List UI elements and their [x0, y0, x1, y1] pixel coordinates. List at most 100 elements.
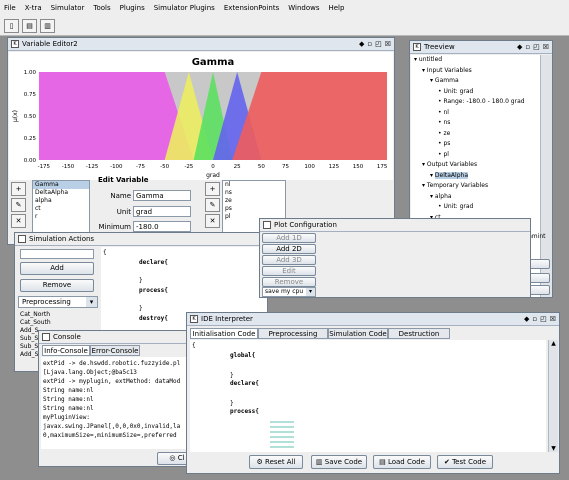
tree-node[interactable]: ▾ Output Variables: [411, 160, 541, 171]
add-button[interactable]: Add: [20, 262, 94, 275]
reset-all-button[interactable]: ⚙ Reset All: [249, 455, 303, 469]
variable-list-item[interactable]: DeltaAlpha: [33, 189, 89, 197]
minimize-icon[interactable]: ▫: [532, 315, 537, 323]
menu-item[interactable]: Tools: [93, 4, 110, 12]
tab-info-console[interactable]: Info-Console: [42, 345, 90, 356]
tab-initialisation-code[interactable]: Initialisation Code: [190, 328, 258, 339]
menu-item[interactable]: File: [4, 4, 16, 12]
code-highlight: [270, 418, 294, 448]
tree-node[interactable]: • ns: [411, 118, 541, 129]
load-code-button[interactable]: ▤ Load Code: [373, 455, 431, 469]
name-label: Name: [110, 192, 131, 200]
remove-button[interactable]: Remove: [20, 279, 94, 292]
close-icon[interactable]: ☒: [385, 40, 391, 48]
menu-item[interactable]: Simulator: [51, 4, 85, 12]
add-3d-button[interactable]: Add 3D: [262, 255, 316, 265]
add-1d-button[interactable]: Add 1D: [262, 233, 316, 243]
maximize-icon[interactable]: ◰: [540, 315, 547, 323]
code-scrollbar[interactable]: ▲ ▼: [548, 340, 558, 452]
edit-term-icon[interactable]: ✎: [205, 198, 220, 212]
add-2d-button[interactable]: Add 2D: [262, 244, 316, 254]
variable-list-item[interactable]: Gamma: [33, 181, 89, 189]
tree-node[interactable]: ▾ alpha: [411, 192, 541, 203]
variable-list[interactable]: Gamma DeltaAlpha alpha ct r: [32, 180, 90, 234]
scroll-up-icon[interactable]: ▲: [549, 340, 558, 347]
new-file-icon[interactable]: ▯: [4, 19, 19, 33]
delete-variable-icon[interactable]: ✕: [11, 214, 26, 228]
action-list-item[interactable]: Cat_South: [18, 319, 98, 327]
code-line: }: [139, 277, 143, 284]
menu-item[interactable]: Plugins: [120, 4, 145, 12]
tree-node[interactable]: ▾ DeltaAlpha: [411, 171, 541, 182]
open-icon[interactable]: ▤: [22, 19, 37, 33]
minimize-icon[interactable]: ▫: [525, 43, 530, 51]
tree-node[interactable]: • Unit: grad: [411, 87, 541, 98]
tab-destruction-code[interactable]: Destruction Code: [388, 328, 450, 348]
window-icon: K: [11, 40, 19, 48]
maximize-icon[interactable]: ◰: [533, 43, 540, 51]
term-list-item[interactable]: ze: [223, 197, 285, 205]
y-axis-label: µ(x): [12, 110, 19, 122]
tree-node[interactable]: • ps: [411, 139, 541, 150]
tree-node[interactable]: • Range: -180.0 - 180.0 grad: [411, 97, 541, 108]
remove-button[interactable]: Remove: [262, 277, 316, 287]
edit-button[interactable]: Edit: [262, 266, 316, 276]
scroll-down-icon[interactable]: ▼: [549, 445, 558, 452]
tree-node[interactable]: • pl: [411, 150, 541, 161]
term-list-item[interactable]: ns: [223, 189, 285, 197]
edit-variable-icon[interactable]: ✎: [11, 198, 26, 212]
delete-term-icon[interactable]: ✕: [205, 214, 220, 228]
tree-node[interactable]: • nl: [411, 108, 541, 119]
save-icon[interactable]: ▥: [40, 19, 55, 33]
ide-code-editor[interactable]: { global{ } declare{ } process{: [190, 340, 546, 452]
term-list-item[interactable]: nl: [223, 181, 285, 189]
code-line: process{: [139, 287, 168, 294]
x-tick-label: 100: [304, 164, 315, 170]
console-line: 0,maximumSize=,minimumSize=,preferred: [43, 432, 177, 439]
preprocessing-combo[interactable]: Preprocessing ▾: [18, 296, 98, 308]
variable-list-item[interactable]: ct: [33, 205, 89, 213]
tree-node-label: Temporary Variables: [426, 182, 489, 189]
tree-node[interactable]: ▾ Gamma: [411, 76, 541, 87]
add-term-icon[interactable]: +: [205, 182, 220, 196]
tree-node[interactable]: ▾ Temporary Variables: [411, 181, 541, 192]
window-icon: [42, 333, 50, 341]
minimize-icon[interactable]: ▫: [367, 40, 372, 48]
variable-list-item[interactable]: alpha: [33, 197, 89, 205]
menu-item[interactable]: Simulator Plugins: [154, 4, 215, 12]
minimum-field[interactable]: -180.0: [133, 221, 191, 232]
tree-node[interactable]: ▾ untitled: [411, 55, 541, 66]
close-icon[interactable]: ☒: [550, 315, 556, 323]
tree-side-button-2[interactable]: [528, 273, 550, 283]
tree-node[interactable]: • Unit: grad: [411, 202, 541, 213]
pin-icon[interactable]: ◆: [517, 43, 522, 51]
menu-item[interactable]: Windows: [288, 4, 319, 12]
save-code-button[interactable]: ▥ Save Code: [311, 455, 367, 469]
test-code-button[interactable]: ✔ Test Code: [437, 455, 493, 469]
term-list-item[interactable]: ps: [223, 205, 285, 213]
cpu-mode-combo[interactable]: save my cpu ▾: [262, 287, 316, 297]
pin-icon[interactable]: ◆: [524, 315, 529, 323]
tree-node-label: pl: [443, 150, 449, 158]
unit-field[interactable]: grad: [133, 206, 191, 217]
add-variable-icon[interactable]: +: [11, 182, 26, 196]
tree-node[interactable]: ▾ Input Variables: [411, 66, 541, 77]
pin-icon[interactable]: ◆: [359, 40, 364, 48]
tree-side-button-1[interactable]: [528, 259, 550, 269]
tab-error-console[interactable]: Error-Console: [90, 345, 140, 356]
tab-preprocessing-code[interactable]: Preprocessing Code: [258, 328, 328, 348]
maximize-icon[interactable]: ◰: [375, 40, 382, 48]
tree-node[interactable]: • ze: [411, 129, 541, 140]
menu-item[interactable]: Help: [328, 4, 344, 12]
name-field[interactable]: Gamma: [133, 190, 191, 201]
action-name-field[interactable]: [20, 249, 94, 259]
tree-side-button-3[interactable]: [528, 285, 550, 295]
tab-simulation-code[interactable]: Simulation Code: [328, 328, 388, 339]
menu-item[interactable]: X-tra: [25, 4, 42, 12]
action-list-item[interactable]: Cat_North: [18, 311, 98, 319]
chevron-down-icon[interactable]: ▾: [306, 288, 315, 296]
chevron-down-icon[interactable]: ▾: [86, 297, 97, 307]
close-icon[interactable]: ☒: [543, 43, 549, 51]
variable-list-item[interactable]: r: [33, 213, 89, 221]
menu-item[interactable]: ExtensionPoints: [224, 4, 279, 12]
